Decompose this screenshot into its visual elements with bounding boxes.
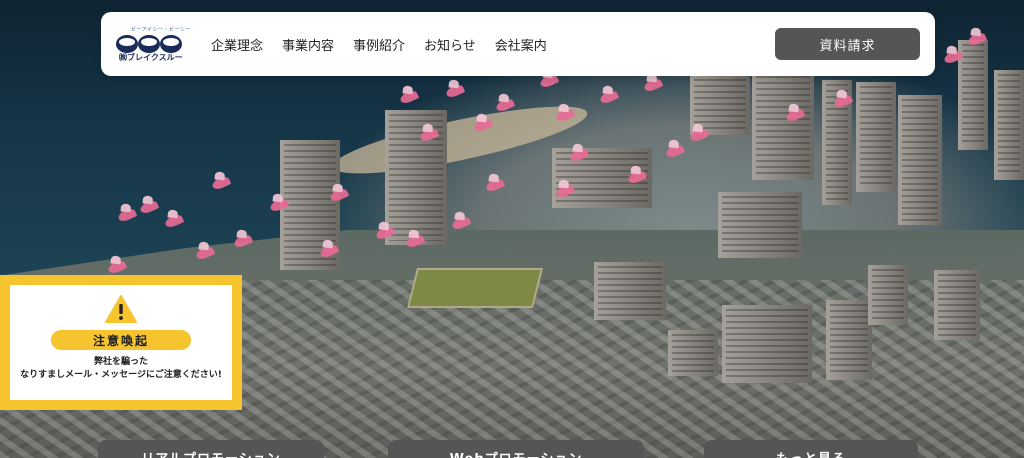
- site-header: ビーアイシー・ビーシー ㈱ブレイクスルー 企業理念 事業内容 事例紹介 お知らせ…: [101, 12, 935, 76]
- tower-building: [718, 192, 802, 258]
- caution-card[interactable]: 注意喚起 弊社を騙った なりすましメール・メッセージにご注意ください!: [0, 275, 242, 410]
- tower-building: [856, 82, 896, 192]
- tab-real-promotion[interactable]: リアルプロモーション: [98, 440, 324, 458]
- tower-building: [385, 110, 447, 245]
- company-logo[interactable]: ビーアイシー・ビーシー ㈱ブレイクスルー: [115, 26, 190, 66]
- tower-building: [826, 300, 872, 380]
- tower-building: [898, 95, 942, 225]
- tab-web-promotion[interactable]: Webプロモーション: [388, 440, 644, 458]
- nav-item-philosophy[interactable]: 企業理念: [211, 35, 263, 54]
- tower-building: [722, 305, 812, 383]
- nav-item-cases[interactable]: 事例紹介: [353, 35, 405, 54]
- logo-company-name: ㈱ブレイクスルー: [119, 53, 183, 62]
- main-nav: 企業理念 事業内容 事例紹介 お知らせ 会社案内: [211, 12, 566, 76]
- tower-building: [868, 265, 908, 325]
- nav-item-news[interactable]: お知らせ: [424, 35, 476, 54]
- tower-building: [752, 60, 814, 180]
- tower-building: [594, 262, 666, 320]
- caution-title: 注意喚起: [51, 330, 191, 350]
- caution-message: 弊社を騙った なりすましメール・メッセージにご注意ください!: [20, 356, 222, 382]
- warning-icon: [105, 295, 137, 323]
- nav-item-company[interactable]: 会社案内: [495, 35, 547, 54]
- caution-line-2: なりすましメール・メッセージにご注意ください!: [20, 370, 222, 380]
- caution-card-body: 注意喚起 弊社を騙った なりすましメール・メッセージにご注意ください!: [10, 285, 232, 400]
- tower-building: [934, 270, 980, 340]
- sports-field: [407, 268, 543, 308]
- tab-more[interactable]: もっと見る: [704, 440, 918, 458]
- tower-building: [668, 330, 718, 376]
- caution-line-1: 弊社を騙った: [93, 357, 148, 367]
- tower-building: [994, 70, 1024, 180]
- request-materials-button[interactable]: 資料請求: [775, 28, 920, 60]
- nav-item-business[interactable]: 事業内容: [282, 35, 334, 54]
